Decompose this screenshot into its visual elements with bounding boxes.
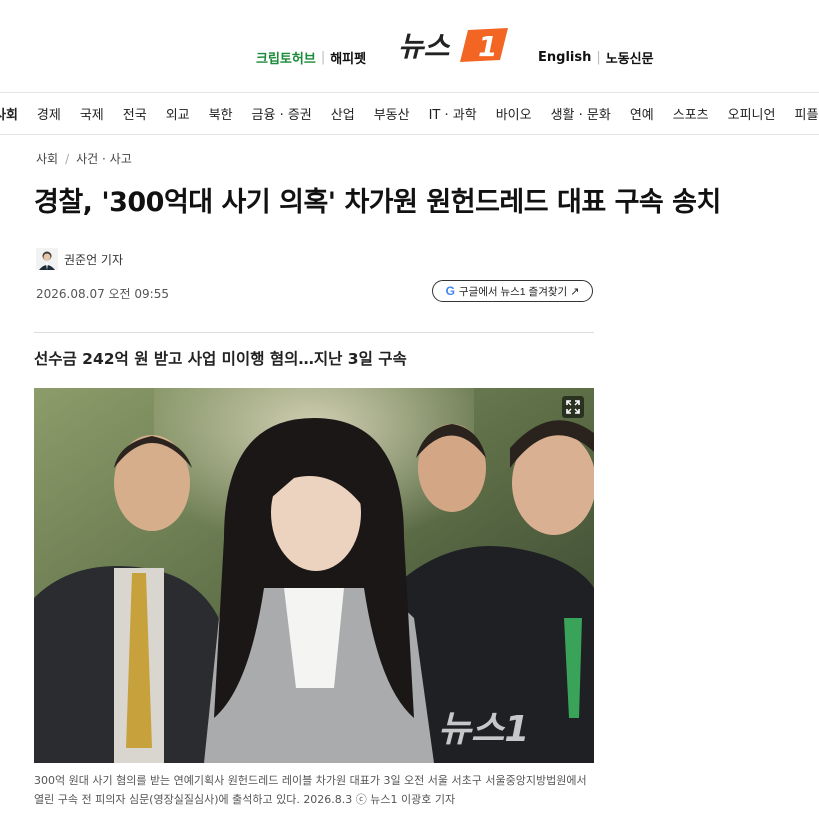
nav-item-real-estate[interactable]: 부동산 <box>374 104 410 123</box>
divider: | <box>320 50 326 65</box>
rodong-link[interactable]: 노동신문 <box>606 48 654 67</box>
nav-item-national[interactable]: 전국 <box>123 104 147 123</box>
section-divider <box>34 332 594 333</box>
nav-item-sports[interactable]: 스포츠 <box>673 104 709 123</box>
nav-item-life-culture[interactable]: 생활 · 문화 <box>551 104 611 123</box>
header-right-links: English | 노동신문 <box>538 48 654 67</box>
nav-item-it-science[interactable]: IT · 과학 <box>429 104 477 123</box>
expand-glyph <box>566 400 580 414</box>
main-nav: 사회 경제 국제 전국 외교 북한 금융 · 증권 산업 부동산 IT · 과학… <box>0 92 819 135</box>
site-header: 크립토허브 | 해피펫 뉴스 1 English | 노동신문 <box>0 0 819 93</box>
news1-logo[interactable]: 뉴스 1 <box>396 22 512 66</box>
breadcrumb-incident[interactable]: 사건 · 사고 <box>76 150 132 167</box>
author-byline[interactable]: 권준언 기자 <box>36 248 123 270</box>
external-link-icon: ↗ <box>570 285 580 298</box>
nav-item-people[interactable]: 피플 <box>794 104 818 123</box>
header-left-links: 크립토허브 | 해피펫 <box>256 48 366 67</box>
expand-icon[interactable] <box>562 396 584 418</box>
nav-item-society[interactable]: 사회 <box>0 104 18 123</box>
photo-watermark: 뉴스1 <box>438 709 530 750</box>
article-title: 경찰, '300억대 사기 의혹' 차가원 원헌드레드 대표 구속 송치 <box>34 187 721 218</box>
article-subtitle: 선수금 242억 원 받고 사업 미이행 혐의…지난 3일 구속 <box>34 350 407 368</box>
author-name: 권준언 기자 <box>64 252 124 267</box>
nav-item-industry[interactable]: 산업 <box>331 104 355 123</box>
breadcrumb-society[interactable]: 사회 <box>36 150 58 167</box>
photo-caption: 300억 원대 사기 혐의를 받는 연예기획사 원헌드레드 레이블 차가원 대표… <box>34 774 587 806</box>
article-photo[interactable]: 뉴스1 <box>34 388 594 763</box>
nav-item-economy[interactable]: 경제 <box>37 104 61 123</box>
google-bookmark-button[interactable]: G 구글에서 뉴스1 즐겨찾기 ↗ <box>432 280 593 302</box>
happy-pet-link[interactable]: 해피펫 <box>330 48 366 67</box>
logo-mark: 1 <box>478 30 497 63</box>
breadcrumb-separator: / <box>65 151 70 166</box>
nav-item-north-korea[interactable]: 북한 <box>209 104 233 123</box>
nav-item-entertainment[interactable]: 연예 <box>630 104 654 123</box>
english-link[interactable]: English <box>538 50 591 65</box>
avatar <box>36 248 58 270</box>
nav-item-world[interactable]: 국제 <box>80 104 104 123</box>
divider: | <box>596 50 601 65</box>
logo-text: 뉴스 <box>398 30 451 63</box>
nav-item-diplomacy[interactable]: 외교 <box>166 104 190 123</box>
crypto-hub-link[interactable]: 크립토허브 <box>256 48 316 67</box>
google-icon: G <box>445 284 455 298</box>
breadcrumb: 사회 / 사건 · 사고 <box>36 150 132 167</box>
publish-date: 2026.08.07 오전 09:55 <box>36 287 169 301</box>
nav-item-opinion[interactable]: 오피니언 <box>728 104 776 123</box>
google-button-label: 구글에서 뉴스1 즐겨찾기 <box>458 285 568 298</box>
nav-item-bio[interactable]: 바이오 <box>496 104 532 123</box>
nav-item-finance[interactable]: 금융 · 증권 <box>252 104 312 123</box>
